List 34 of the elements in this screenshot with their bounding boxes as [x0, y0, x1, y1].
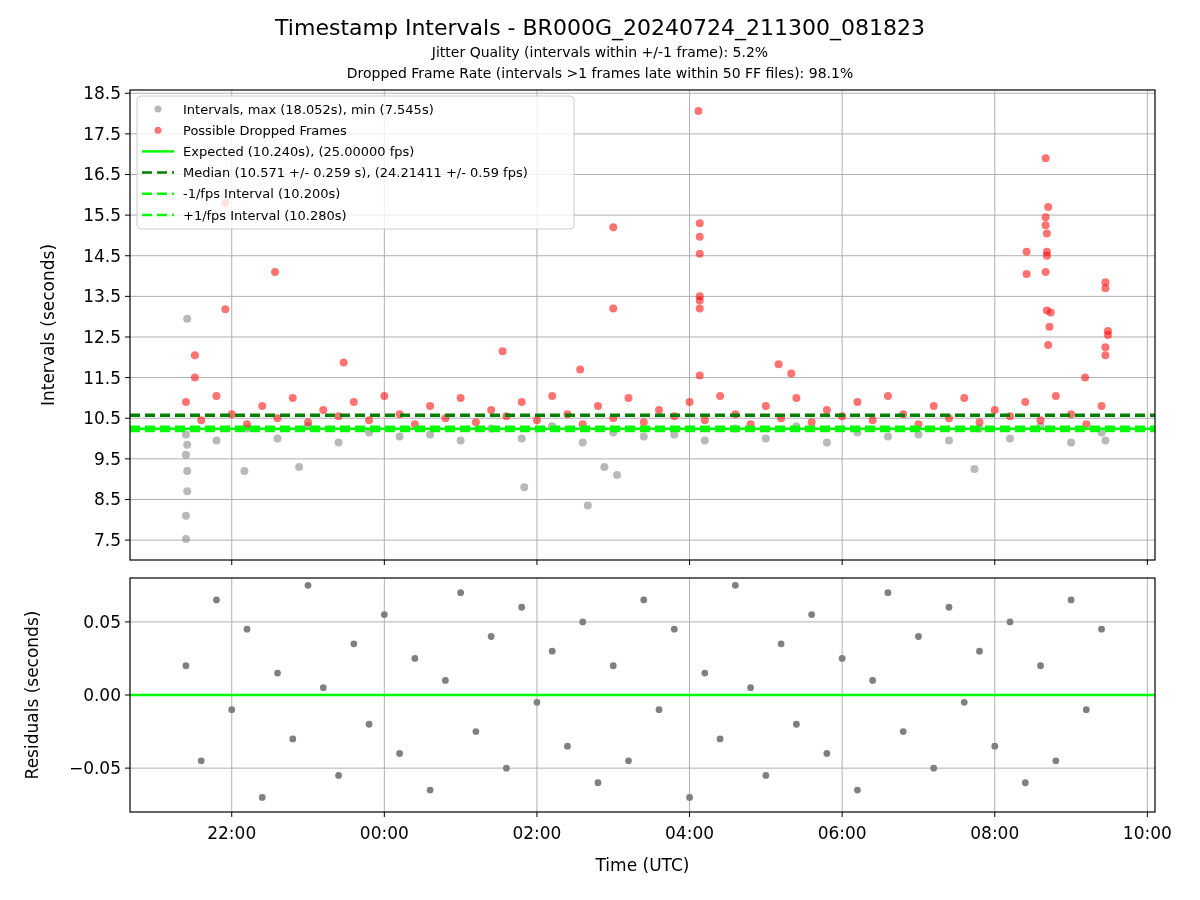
tick-label: 12.5: [83, 327, 121, 347]
tick-label: 13.5: [83, 286, 121, 307]
chart-title: Timestamp Intervals - BR000G_20240724_211300_081823: [275, 14, 925, 42]
legend-label: +1/fps Interval (10.280s): [183, 207, 347, 223]
legend-label: Median (10.571 +/- 0.259 s), (24.21411 +/- 0.59 fps): [183, 165, 528, 181]
tick-label: 11.5: [83, 367, 121, 388]
legend-label: -1/fps Interval (10.200s): [183, 186, 341, 202]
legend-label: Possible Dropped Frames: [183, 122, 347, 138]
tick-label: 06:00: [817, 823, 867, 843]
tick-label: 22:00: [207, 823, 257, 843]
legend-label: Expected (10.240s), (25.00000 fps): [183, 143, 415, 159]
tick-label: 15.5: [83, 205, 121, 226]
tick-label: 9.5: [93, 448, 121, 469]
tick-label: 7.5: [93, 530, 121, 551]
tick-label: 04:00: [665, 823, 715, 843]
axis-label: Time (UTC): [595, 855, 690, 875]
tick-label: 10.5: [83, 408, 121, 429]
tick-label: 8.5: [93, 489, 121, 510]
tick-label: 08:00: [970, 823, 1020, 843]
tick-label: 10:00: [1122, 823, 1172, 843]
tick-label: 0.05: [83, 611, 121, 632]
axis-label: Intervals (seconds): [38, 243, 58, 407]
tick-label: −0.05: [68, 758, 121, 779]
tick-label: 00:00: [359, 823, 409, 843]
tick-label: 14.5: [83, 245, 121, 266]
axis-label: Residuals (seconds): [22, 610, 42, 780]
tick-label: 18.5: [83, 84, 121, 104]
tick-label: 16.5: [83, 164, 121, 185]
tick-label: 02:00: [512, 823, 562, 843]
chart-subtitle: Jitter Quality (intervals within +/-1 frame): 5.2%: [431, 43, 769, 62]
legend-label: Intervals, max (18.052s), min (7.545s): [183, 101, 434, 117]
chart-subtitle: Dropped Frame Rate (intervals >1 frames late within 50 FF files): 98.1%: [346, 64, 854, 83]
tick-label: 17.5: [83, 123, 121, 144]
tick-label: 0.00: [83, 685, 121, 705]
